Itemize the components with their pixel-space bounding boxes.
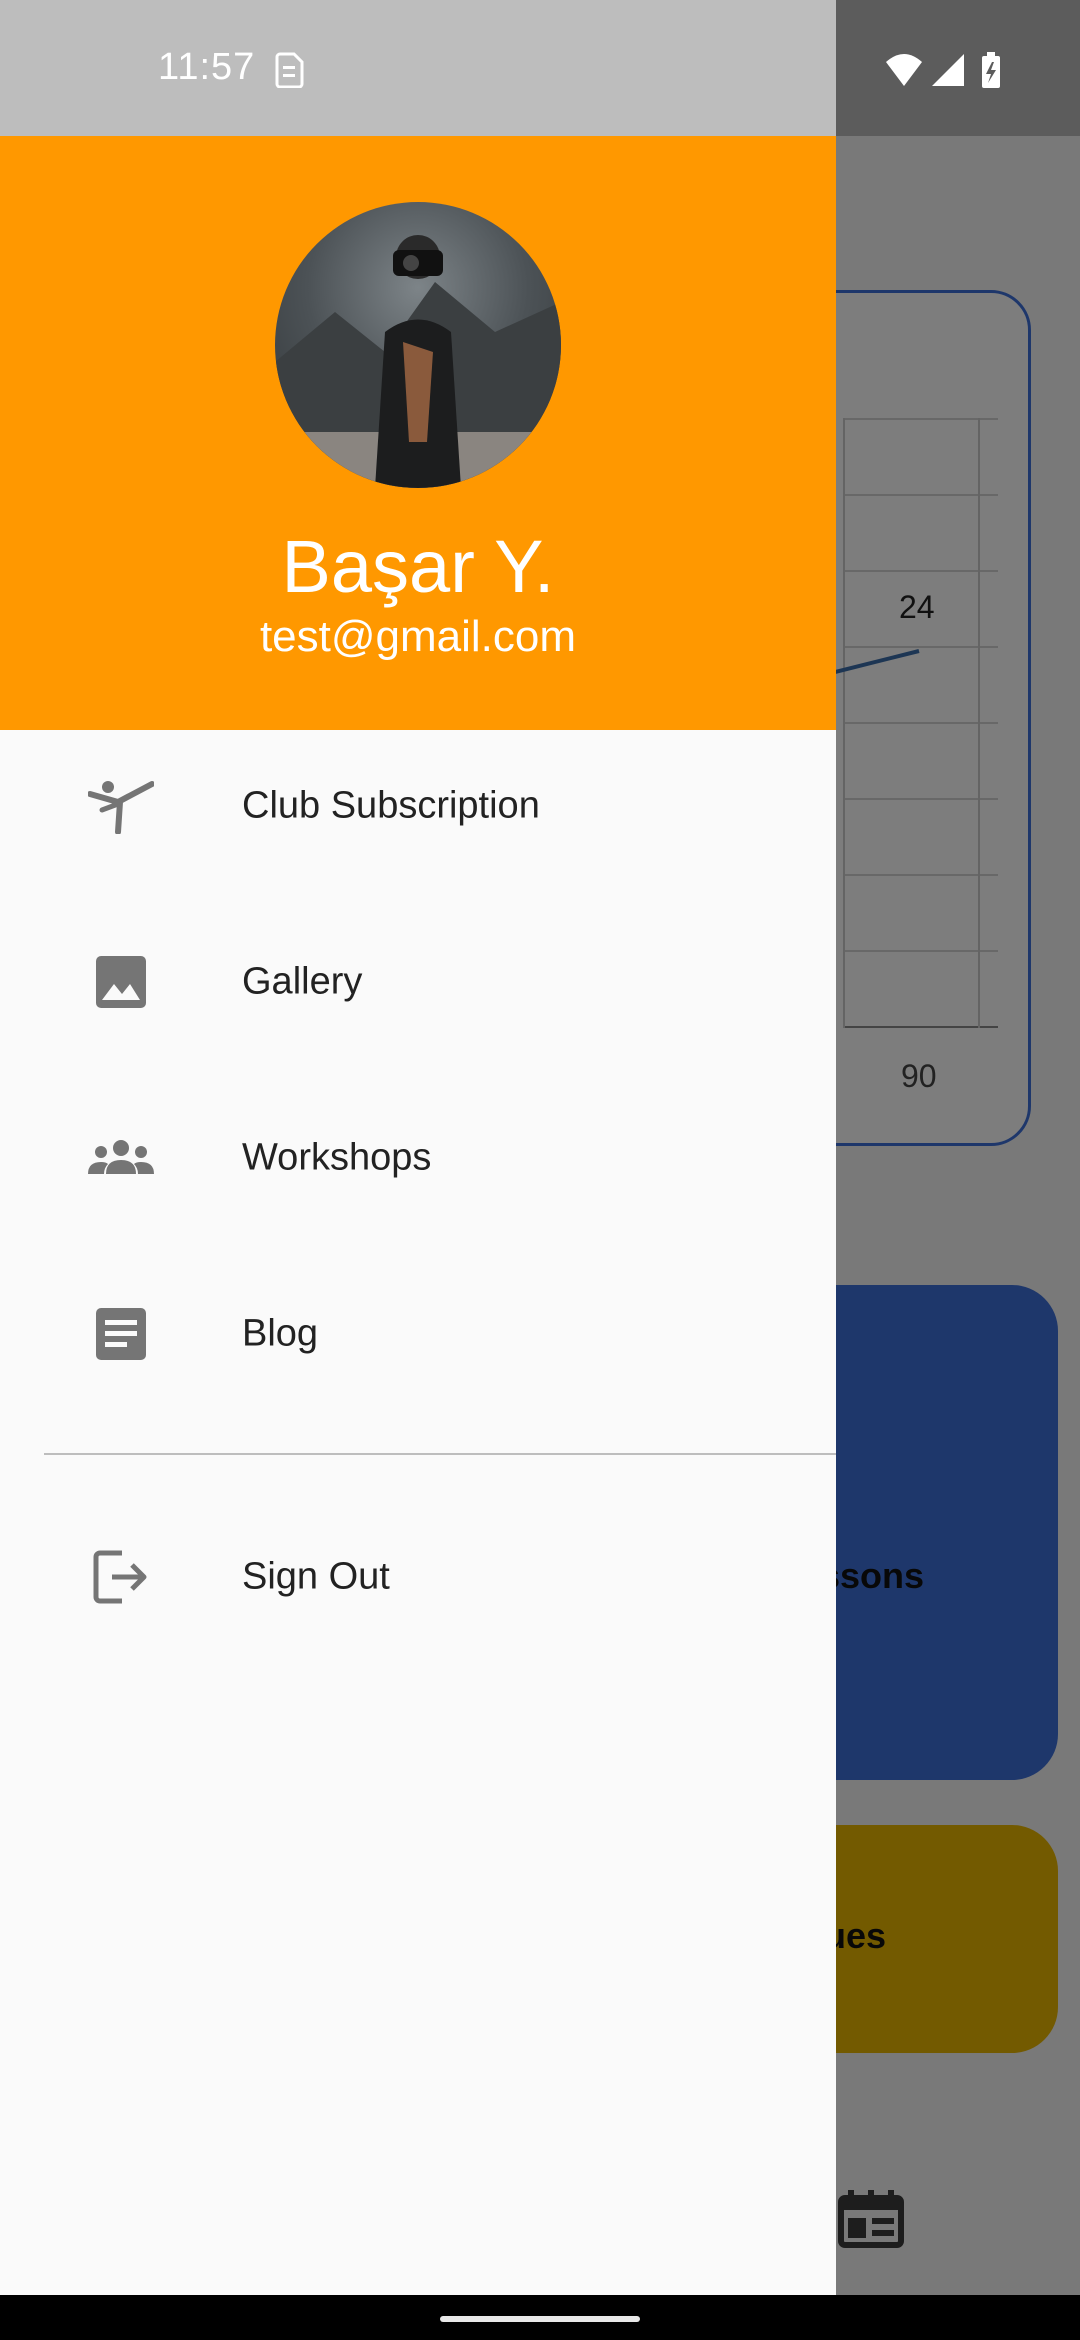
menu-item-label: Club Subscription bbox=[242, 784, 540, 827]
user-email: test@gmail.com bbox=[259, 612, 577, 661]
menu-item-club-subscription[interactable]: Club Subscription bbox=[0, 731, 836, 881]
signal-icon bbox=[932, 54, 964, 86]
avatar[interactable] bbox=[275, 202, 561, 488]
battery-charging-icon bbox=[982, 52, 1000, 88]
avatar-photo bbox=[275, 235, 561, 488]
menu-item-sign-out[interactable]: Sign Out bbox=[0, 1502, 836, 1652]
menu-item-blog[interactable]: Blog bbox=[0, 1259, 836, 1409]
menu-item-gallery[interactable]: Gallery bbox=[0, 907, 836, 1057]
status-bar: 11:57 bbox=[0, 0, 836, 136]
navigation-drawer: 11:57 Başar Y. test@gmail.com Club Subsc… bbox=[0, 0, 836, 2295]
home-gesture-handle[interactable] bbox=[440, 2316, 640, 2322]
sim-card-icon bbox=[275, 52, 304, 88]
menu-item-label: Workshops bbox=[242, 1136, 432, 1179]
menu-item-label: Blog bbox=[242, 1312, 319, 1355]
gymnastics-icon bbox=[88, 781, 154, 834]
user-name: Başar Y. bbox=[281, 525, 555, 608]
status-time: 11:57 bbox=[158, 46, 256, 88]
groups-icon bbox=[88, 1140, 154, 1174]
menu-item-label: Gallery bbox=[242, 960, 363, 1003]
status-icons bbox=[886, 52, 1000, 88]
sign-out-label: Sign Out bbox=[242, 1555, 390, 1598]
logout-icon bbox=[93, 1550, 147, 1604]
drawer-header: Başar Y. test@gmail.com bbox=[0, 136, 836, 730]
image-icon bbox=[96, 956, 146, 1008]
article-icon bbox=[96, 1308, 146, 1360]
menu-divider bbox=[44, 1453, 836, 1455]
wifi-icon bbox=[886, 54, 922, 86]
menu-item-workshops[interactable]: Workshops bbox=[0, 1083, 836, 1233]
